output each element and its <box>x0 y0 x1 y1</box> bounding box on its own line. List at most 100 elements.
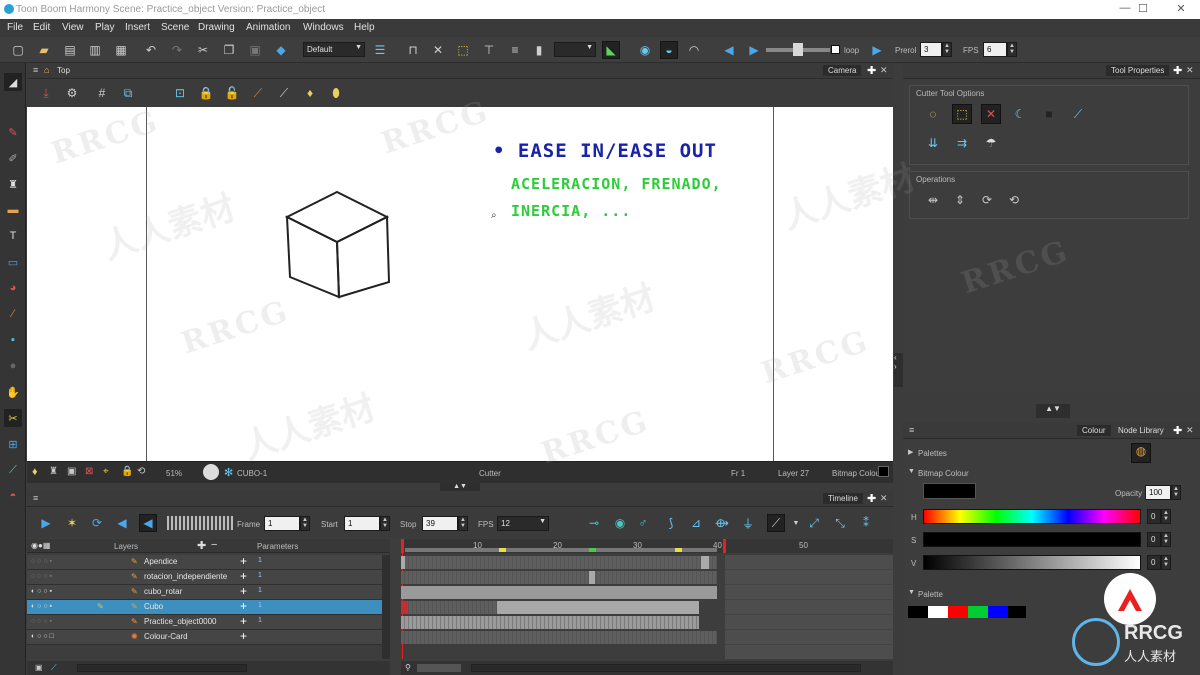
layer-row-selected[interactable]: ◐ ○ ○ ▪ ✎ ✎ Cubo + 1 <box>27 599 390 615</box>
layer-row[interactable]: ○ ○ ○ ▪ ✎ Apendice + 1 <box>27 554 390 570</box>
zoom-timeline-icon[interactable]: ⚲ <box>405 663 411 672</box>
line-icon[interactable]: ⟋ <box>275 84 293 102</box>
layer-name[interactable]: Colour-Card <box>144 632 188 641</box>
layer-toggle-icons[interactable]: ◐ ○ ○ □ <box>31 633 54 640</box>
play-icon[interactable]: ▶ <box>868 41 886 59</box>
menu-animation[interactable]: Animation <box>246 22 290 33</box>
layer-name[interactable]: Cubo <box>144 602 163 611</box>
pen-style-select[interactable]: ▼ <box>554 42 596 57</box>
current-colour-swatch[interactable] <box>923 483 976 499</box>
zoom-level[interactable]: 51% <box>166 469 182 478</box>
image-icon[interactable]: ▣ <box>67 466 76 477</box>
folder-icon[interactable]: ■ <box>1039 104 1059 124</box>
layer-name[interactable]: rotacion_independiente <box>144 572 227 581</box>
cell-track[interactable] <box>401 631 717 644</box>
layers-h-scrollbar[interactable] <box>77 664 247 672</box>
cell-track[interactable] <box>401 556 717 569</box>
menu-help[interactable]: Help <box>354 22 375 33</box>
lock-status-icon[interactable]: ⌖ <box>103 466 109 477</box>
import-icon[interactable]: ▦ <box>112 41 130 59</box>
light-bulb-icon[interactable]: ♦ <box>32 466 38 478</box>
rectangle-tool-icon[interactable]: ▭ <box>4 253 22 271</box>
eraser-option-icon[interactable]: ☂ <box>981 133 1001 153</box>
new-scene-icon[interactable]: ▢ <box>9 41 27 59</box>
select-box-icon[interactable]: ⬚ <box>454 41 472 59</box>
hold-keyframe-icon[interactable]: ⊿ <box>687 514 705 532</box>
swatch-blue[interactable] <box>988 606 1008 618</box>
start-field[interactable]: 1 <box>344 516 380 531</box>
add-tab-icon[interactable]: ✚ <box>1173 424 1182 437</box>
marquee-icon[interactable]: ⬚ <box>952 104 972 124</box>
open-folder-icon[interactable]: ▰ <box>35 41 53 59</box>
text-tool-icon[interactable]: T <box>4 227 22 245</box>
add-param-icon[interactable]: + <box>240 599 247 613</box>
paste-special-icon[interactable]: ◆ <box>272 41 290 59</box>
tab-camera[interactable]: Camera <box>823 65 862 76</box>
contour-tool-icon[interactable]: ▪ <box>4 331 22 349</box>
colour-swatch[interactable] <box>878 466 889 477</box>
stop-spinner[interactable]: ▲ ▼ <box>458 516 468 531</box>
tab-timeline[interactable]: Timeline <box>823 493 863 504</box>
expand-icon[interactable]: ⤢ <box>805 514 823 532</box>
lasso-icon[interactable]: ◌ <box>923 104 943 124</box>
layers-scrollbar[interactable] <box>382 555 390 659</box>
menu-icon[interactable]: ≡ <box>33 65 38 75</box>
menu-insert[interactable]: Insert <box>125 22 150 33</box>
tab-tool-properties[interactable]: Tool Properties <box>1106 65 1170 76</box>
opacity-field[interactable]: 100 <box>1145 485 1171 500</box>
sound-icon[interactable]: ◀ <box>113 514 131 532</box>
collapse-palette-icon[interactable]: ▼ <box>908 589 915 596</box>
rotate-cw-icon[interactable]: ⟳ <box>977 190 997 210</box>
menu-drawing[interactable]: Drawing <box>198 22 235 33</box>
layer-toggle-icons[interactable]: ○ ○ ○ ▪ <box>31 618 52 625</box>
cut-icon[interactable]: ✂ <box>194 41 212 59</box>
maximize-button[interactable]: ☐ <box>1128 2 1158 16</box>
paste-drop-icon[interactable]: ⇊ <box>923 133 943 153</box>
playback-range-bar[interactable] <box>405 548 717 552</box>
add-tab-icon[interactable]: ✚ <box>1173 64 1182 77</box>
layer-row[interactable]: ◐ ○ ○ □ ✺ Colour-Card + <box>27 629 390 645</box>
align-icon[interactable]: ≡ <box>506 41 524 59</box>
stamp-tool-icon[interactable]: ♜ <box>4 175 22 193</box>
panel-collapse-handle[interactable]: ▲▼ <box>440 483 480 491</box>
stop-field[interactable]: 39 <box>422 516 458 531</box>
collapse-bitmap-icon[interactable]: ▼ <box>908 468 915 475</box>
frame-ruler[interactable]: 10 20 30 40 50 <box>401 539 893 553</box>
layer-row[interactable]: ○ ○ ○ ▪ ✎ Practice_object0000 + 1 <box>27 614 390 630</box>
cell-track[interactable] <box>401 586 717 599</box>
layer-filter-icon[interactable]: ⟋ <box>51 663 57 673</box>
ruler-icon[interactable]: ⟋ <box>1068 104 1088 124</box>
add-tab-icon[interactable]: ✚ <box>867 64 876 77</box>
flip-horizontal-icon[interactable]: ⇹ <box>923 190 943 210</box>
copy-icon[interactable]: ❐ <box>220 41 238 59</box>
timeline-fps-select[interactable]: 12 ▼ <box>497 516 549 531</box>
saturation-slider[interactable] <box>923 532 1141 547</box>
pen-icon[interactable]: ⟋ <box>249 84 267 102</box>
close-button[interactable]: ✕ <box>1166 2 1196 16</box>
hand-tool-icon[interactable]: ✋ <box>4 383 22 401</box>
safe-area-icon[interactable]: ⊡ <box>171 84 189 102</box>
menu-scene[interactable]: Scene <box>161 22 189 33</box>
loop-checkbox[interactable] <box>831 45 840 54</box>
volume-slider-handle[interactable] <box>793 43 803 56</box>
stamp-icon[interactable]: ♜ <box>49 466 58 477</box>
add-param-icon[interactable]: + <box>240 614 247 628</box>
menu-icon[interactable]: ≡ <box>909 425 914 435</box>
menu-play[interactable]: Play <box>95 22 114 33</box>
workspace-manager-icon[interactable]: ☰ <box>371 41 389 59</box>
camera-breadcrumb[interactable]: Top <box>52 65 75 76</box>
redo-icon[interactable]: ↷ <box>168 41 186 59</box>
light-table-icon[interactable]: ◉ <box>636 41 654 59</box>
add-param-icon[interactable]: + <box>240 554 247 568</box>
play-from-start-icon[interactable]: ▶ <box>745 41 763 59</box>
playhead-marker[interactable] <box>401 539 404 553</box>
frame-field[interactable]: 1 <box>264 516 300 531</box>
layer-toggle-icons[interactable]: ○ ○ ○ ▪ <box>31 558 52 565</box>
record-icon[interactable]: ⊠ <box>85 466 93 477</box>
close-panel-icon[interactable]: ✕ <box>1186 425 1194 436</box>
menu-edit[interactable]: Edit <box>33 22 50 33</box>
select-tool-icon[interactable]: ◢ <box>4 73 22 91</box>
next-keyframe-icon[interactable]: ♂ <box>634 514 652 532</box>
light-icon[interactable]: ⬮ <box>327 84 345 102</box>
paste-icon[interactable]: ▣ <box>246 41 264 59</box>
